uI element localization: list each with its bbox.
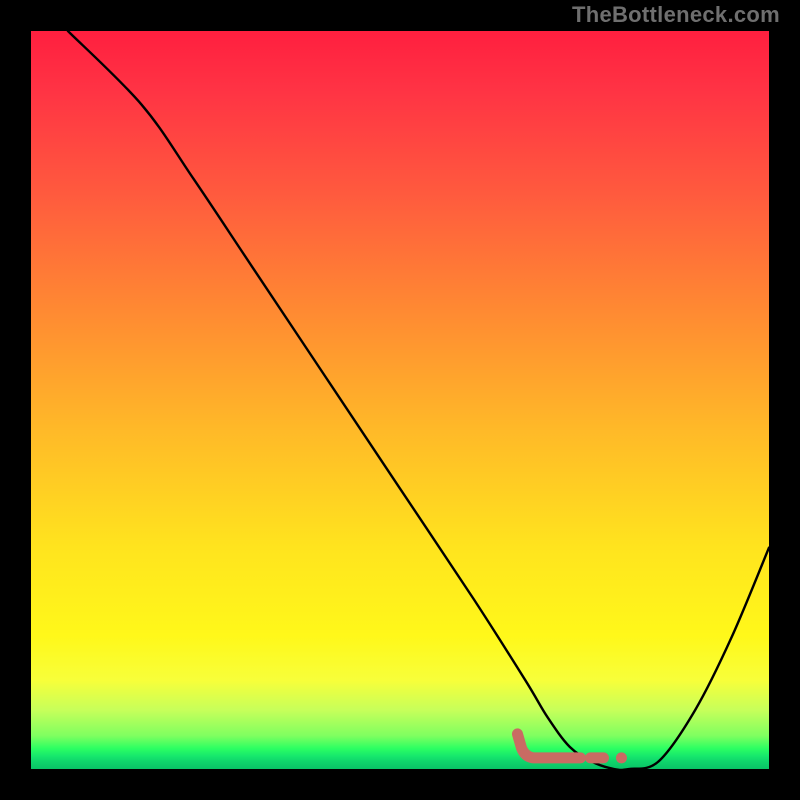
chart-frame: TheBottleneck.com xyxy=(0,0,800,800)
optimal-zone-dot xyxy=(616,752,627,763)
bottleneck-curve-line xyxy=(68,31,769,769)
watermark-text: TheBottleneck.com xyxy=(572,2,780,28)
plot-area xyxy=(31,31,769,769)
chart-svg xyxy=(31,31,769,769)
